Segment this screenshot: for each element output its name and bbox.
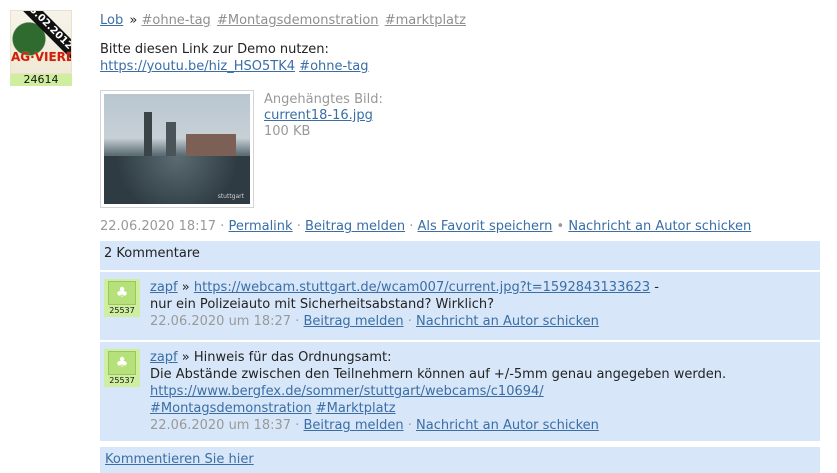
tree-icon: ♣ (108, 281, 136, 305)
meta-dot: · (295, 314, 300, 329)
write-comment-box: Kommentieren Sie hier (100, 447, 820, 473)
post-tag-link[interactable]: #ohne-tag (299, 59, 368, 74)
comment-author-link[interactable]: zapf (150, 350, 178, 365)
comment-report-link[interactable]: Beitrag melden (304, 418, 404, 433)
avatar-follower-count: 24614 (10, 74, 72, 86)
comment-url-link[interactable]: https://www.bergfex.de/sommer/stuttgart/… (150, 384, 544, 399)
attachment-info: Angehängtes Bild: current18-16.jpg 100 K… (264, 92, 383, 208)
comment-separator: » (181, 350, 190, 365)
breadcrumb-parent-link[interactable]: Lob (100, 13, 123, 28)
comment-body: zapf » Hinweis für das Ordnungsamt: Die … (150, 349, 726, 434)
thumb-tower-shape (144, 112, 152, 158)
commenter-count: 25537 (109, 376, 135, 385)
comment-message-author-link[interactable]: Nachricht an Autor schicken (416, 314, 599, 329)
breadcrumb: Lob » #ohne-tag #Montagsdemonstration #m… (100, 12, 820, 30)
report-post-link[interactable]: Beitrag melden (305, 219, 405, 234)
attachment-filename-link[interactable]: current18-16.jpg (264, 108, 373, 123)
commenter-count: 25537 (109, 306, 135, 315)
commenter-avatar[interactable]: ♣ 25537 (104, 279, 140, 317)
tree-icon: ♣ (108, 351, 136, 375)
comment-text: Die Abstände zwischen den Teilnehmern kö… (150, 367, 727, 382)
attachment-thumbnail-image: stuttgart (104, 94, 250, 204)
comment-author-link[interactable]: zapf (150, 280, 178, 295)
comment-separator: » (181, 280, 190, 295)
comment-dash: - (654, 280, 659, 295)
tag-link-marktplatz[interactable]: #marktplatz (385, 13, 466, 28)
post-date: 22.06.2020 18:17 (100, 219, 217, 234)
comment-item: ♣ 25537 zapf » Hinweis für das Ordnungsa… (100, 340, 820, 441)
comment-text: nur ein Polizeiauto mit Sicherheitsabsta… (150, 297, 495, 312)
footer-dot: · (296, 219, 301, 234)
commenter-avatar[interactable]: ♣ 25537 (104, 349, 140, 387)
thumb-building-shape (186, 134, 236, 158)
thumb-tower-shape (166, 122, 176, 158)
save-favorite-link[interactable]: Als Favorit speichern (418, 219, 553, 234)
post-text: Bitte diesen Link zur Demo nutzen: https… (100, 41, 820, 75)
thumb-watermark: stuttgart (217, 193, 244, 200)
avatar-image: 15.02.2012 AG·VIERDE (10, 10, 72, 74)
avatar-ribbon-text: AG·VIERDE (11, 50, 71, 64)
comment-meta: 22.06.2020 um 18:37 · Beitrag melden · N… (150, 417, 726, 434)
tag-link-ohne-tag[interactable]: #ohne-tag (141, 13, 210, 28)
permalink-link[interactable]: Permalink (228, 219, 292, 234)
comment-date: 22.06.2020 um 18:37 (150, 418, 292, 433)
attachment-label: Angehängtes Bild: (264, 92, 383, 107)
write-comment-link[interactable]: Kommentieren Sie hier (105, 452, 254, 467)
comment-tag-link-marktplatz[interactable]: #Marktplatz (316, 401, 396, 416)
author-avatar[interactable]: 15.02.2012 AG·VIERDE 24614 (10, 10, 72, 86)
breadcrumb-separator: » (129, 13, 138, 28)
comment-item: ♣ 25537 zapf » https://webcam.stuttgart.… (100, 270, 820, 337)
comment-message-author-link[interactable]: Nachricht an Autor schicken (416, 418, 599, 433)
comment-text: Hinweis für das Ordnungsamt: (193, 350, 392, 365)
meta-dot: · (407, 314, 412, 329)
post-video-link[interactable]: https://youtu.be/hiz_HSO5TK4 (100, 59, 295, 74)
post-text-line: Bitte diesen Link zur Demo nutzen: (100, 42, 329, 57)
footer-dot: · (220, 219, 225, 234)
comment-tag-link-montagsdemonstration[interactable]: #Montagsdemonstration (150, 401, 312, 416)
comment-date: 22.06.2020 um 18:27 (150, 314, 292, 329)
footer-dot: • (556, 219, 565, 234)
comment-body: zapf » https://webcam.stuttgart.de/wcam0… (150, 279, 659, 330)
comments-section: 2 Kommentare ♣ 25537 zapf » https://webc… (100, 241, 820, 441)
comment-report-link[interactable]: Beitrag melden (304, 314, 404, 329)
comments-header: 2 Kommentare (104, 246, 200, 261)
attachment-size: 100 KB (264, 124, 311, 139)
comment-url-link[interactable]: https://webcam.stuttgart.de/wcam007/curr… (194, 280, 650, 295)
meta-dot: · (295, 418, 300, 433)
footer-dot: · (409, 219, 414, 234)
post-footer: 22.06.2020 18:17 · Permalink · Beitrag m… (100, 218, 820, 235)
tag-link-montagsdemonstration[interactable]: #Montagsdemonstration (217, 13, 379, 28)
attachment-thumbnail[interactable]: stuttgart (100, 90, 254, 208)
post-attachment: stuttgart Angehängtes Bild: current18-16… (100, 90, 820, 208)
meta-dot: · (407, 418, 412, 433)
message-author-link[interactable]: Nachricht an Autor schicken (568, 219, 751, 234)
post-main: Lob » #ohne-tag #Montagsdemonstration #m… (100, 10, 820, 473)
comment-meta: 22.06.2020 um 18:27 · Beitrag melden · N… (150, 313, 659, 330)
